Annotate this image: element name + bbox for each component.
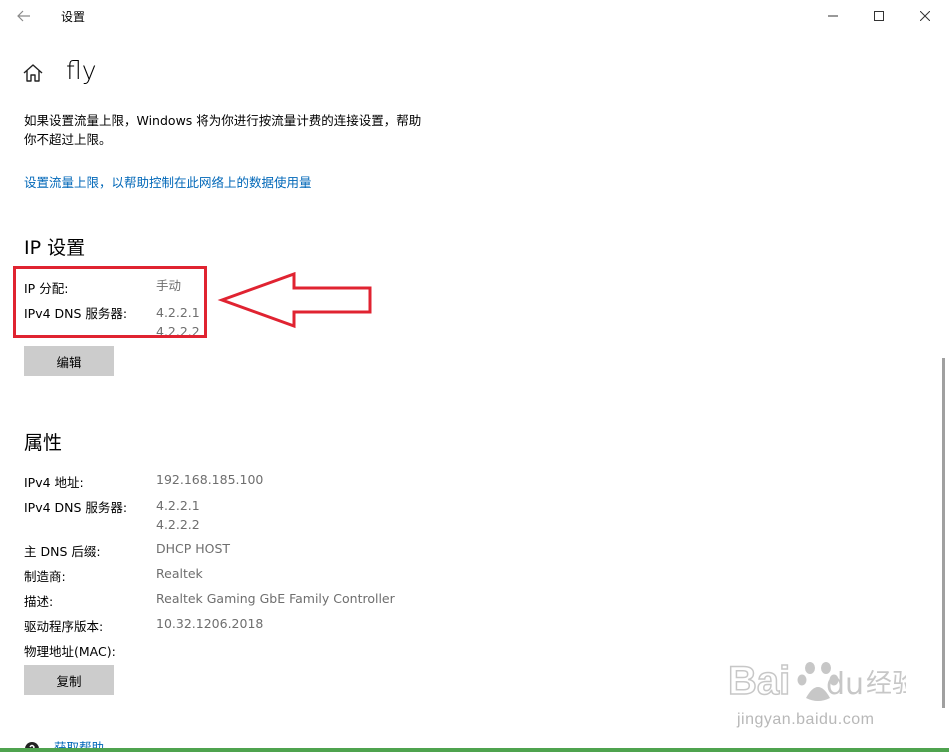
prop-label-manufacturer: 制造商: [24,569,66,584]
edit-button[interactable]: 编辑 [24,346,114,376]
prop-dns-value-1: 4.2.2.1 [156,498,200,513]
intro-line-2: 你不超过上限。 [24,132,112,147]
set-data-limit-link[interactable]: 设置流量上限，以帮助控制在此网络上的数据使用量 [24,172,312,191]
page-title: fly [66,56,97,85]
home-icon [23,64,43,82]
maximize-icon [874,11,884,21]
ip-settings-heading: IP 设置 [24,237,86,259]
prop-label-ipv4: IPv4 地址: [24,475,84,490]
title-bar: 设置 [0,0,949,32]
back-button[interactable] [10,4,38,28]
back-arrow-icon [17,10,30,22]
prop-value-ipv4: 192.168.185.100 [156,472,264,487]
home-button[interactable] [22,62,44,84]
prop-label-dns-suffix: 主 DNS 后缀: [24,544,101,559]
close-button[interactable] [902,0,948,32]
annotation-arrow-icon [217,272,372,329]
settings-window: 设置 fly 如果设置流量上限，Windows 将为你进行按流量计费的连接设置，… [0,0,949,752]
svg-text:经验: 经验 [866,669,906,699]
prop-value-dns: 4.2.2.1 4.2.2.2 [156,496,200,534]
close-icon [920,11,930,21]
prop-value-dns-suffix: DHCP HOST [156,541,231,556]
scrollbar-thumb[interactable] [942,358,945,708]
baidu-watermark-url: jingyan.baidu.com [737,711,875,728]
window-title: 设置 [61,10,86,24]
prop-value-driver-version: 10.32.1206.2018 [156,616,264,631]
data-limit-description: 如果设置流量上限，Windows 将为你进行按流量计费的连接设置，帮助 你不超过… [24,111,474,149]
prop-label-dns: IPv4 DNS 服务器: [24,500,128,515]
prop-value-manufacturer: Realtek [156,566,203,581]
copy-button[interactable]: 复制 [24,665,114,695]
maximize-button[interactable] [856,0,902,32]
baidu-watermark-logo: Bai du 经验 [727,658,906,704]
svg-text:du: du [826,667,864,702]
intro-line-1: 如果设置流量上限，Windows 将为你进行按流量计费的连接设置，帮助 [24,113,422,128]
minimize-button[interactable] [810,0,856,32]
prop-label-driver-version: 驱动程序版本: [24,619,104,634]
prop-label-mac: 物理地址(MAC): [24,644,116,659]
prop-dns-value-2: 4.2.2.2 [156,517,200,532]
minimize-icon [828,15,838,17]
bottom-edge-bar [0,748,949,752]
svg-text:Bai: Bai [728,659,790,703]
annotation-highlight-box [13,266,207,338]
prop-label-description: 描述: [24,594,54,609]
prop-value-description: Realtek Gaming GbE Family Controller [156,591,395,606]
properties-heading: 属性 [24,432,63,454]
